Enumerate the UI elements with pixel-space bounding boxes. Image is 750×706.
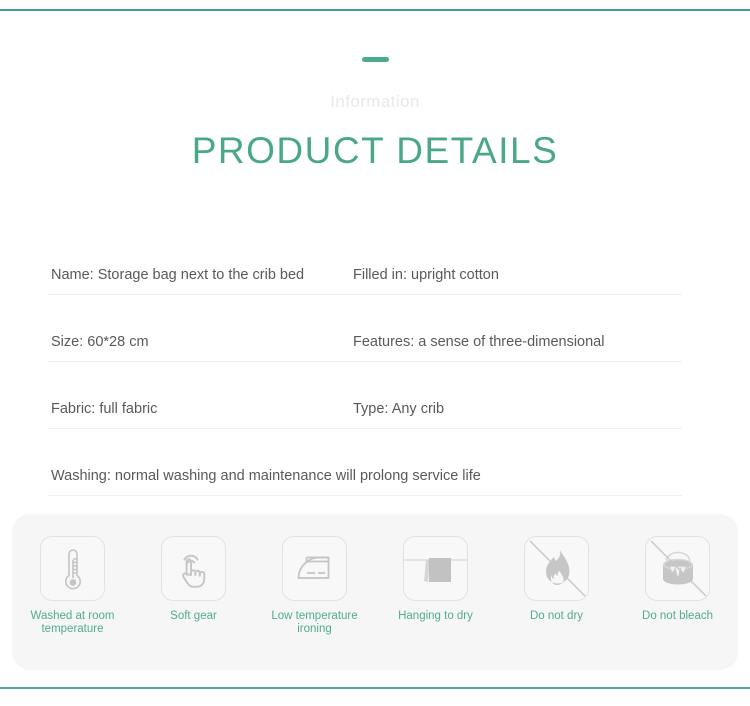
no-flame-icon [525,537,588,600]
list-item: Washed at room temperature [17,536,129,636]
care-label: Low temperature ironing [271,610,358,635]
care-icon-box [40,536,105,601]
hand-tap-icon [173,547,215,591]
header-subtitle: Information [330,92,420,111]
care-label: Soft gear [170,610,217,622]
care-instructions-card: Washed at room temperature Soft gear Low… [12,514,738,670]
table-row: Fabric: full fabric Type: Any crib [48,362,682,429]
bottom-accent-rule [0,687,750,689]
care-icon-box [282,536,347,601]
list-item: Hanging to dry [380,536,492,623]
care-icon-box [645,536,710,601]
spec-size-value: Size: 60*28 cm [51,334,149,350]
product-details-page: Information PRODUCT DETAILS Name: Storag… [0,0,750,706]
iron-icon [292,549,338,589]
spec-name-value: Name: Storage bag next to the crib bed [51,267,305,283]
thermometer-icon [54,547,92,591]
table-row: Name: Storage bag next to the crib bed F… [48,228,682,295]
header-dash-icon [362,57,389,62]
spec-fabric-value: Fabric: full fabric [51,401,158,417]
care-icon-box [161,536,226,601]
care-icon-box [403,536,468,601]
spec-filling-value: Filled in: upright cotton [353,267,499,283]
top-accent-rule [0,9,750,11]
table-row: Washing: normal washing and maintenance … [48,429,682,496]
care-label: Hanging to dry [398,610,473,622]
spec-washing-value: Washing: normal washing and maintenance … [51,468,481,484]
care-label: Washed at room temperature [30,610,115,635]
list-item: Do not dry [501,536,613,623]
care-label: Do not bleach [642,610,713,622]
care-icon-box [524,536,589,601]
care-label: Do not dry [529,610,584,622]
list-item: Soft gear [138,536,250,623]
table-row: Size: 60*28 cm Features: a sense of thre… [48,295,682,362]
specification-table: Name: Storage bag next to the crib bed F… [48,228,682,496]
hanging-cloth-icon [404,537,467,600]
list-item: Low temperature ironing [259,536,371,636]
page-title: PRODUCT DETAILS [191,130,559,171]
list-item: Do not bleach [622,536,734,623]
no-bleach-icon [646,537,709,600]
spec-type-value: Type: Any crib [353,401,445,417]
care-icon-list: Washed at room temperature Soft gear Low… [12,514,738,670]
spec-features-value: Features: a sense of three-dimensional [353,334,605,350]
